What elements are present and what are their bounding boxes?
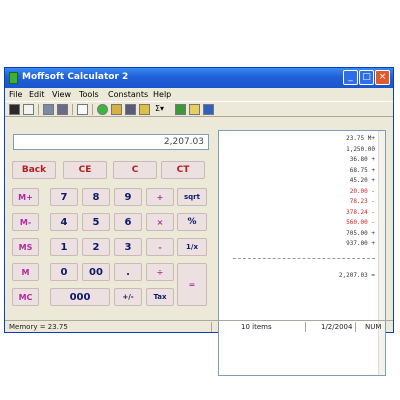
- percent-button[interactable]: %: [177, 213, 207, 231]
- minus-button[interactable]: -: [146, 238, 174, 256]
- window-title: Moffsoft Calculator 2: [22, 72, 129, 82]
- calc-icon[interactable]: [125, 104, 136, 115]
- folder-icon[interactable]: [139, 104, 150, 115]
- status-date: 1/2/2004: [321, 323, 353, 331]
- digit-7-button[interactable]: 7: [50, 188, 78, 206]
- title-bar[interactable]: Moffsoft Calculator 2 _ □ ×: [5, 68, 393, 88]
- clear-button[interactable]: C: [113, 161, 157, 179]
- green-dot-icon[interactable]: [97, 104, 108, 115]
- digit-2-button[interactable]: 2: [82, 238, 110, 256]
- tape-icon[interactable]: [77, 104, 88, 115]
- tape-line: 1,250.00: [346, 145, 375, 153]
- plus-button[interactable]: +: [146, 188, 174, 206]
- calculator-display: 2,207.03: [13, 134, 209, 150]
- back-button[interactable]: Back: [12, 161, 56, 179]
- save-icon[interactable]: [9, 104, 20, 115]
- memory-subtract-button[interactable]: M-: [12, 213, 39, 231]
- toolbar: Σ▾: [5, 101, 393, 117]
- tape-separator: [233, 258, 375, 259]
- digit-5-button[interactable]: 5: [82, 213, 110, 231]
- calculator-window: Moffsoft Calculator 2 _ □ × File Edit Vi…: [4, 67, 394, 376]
- tape-panel[interactable]: 23.75 M+ 1,250.00 36.80 + 68.75 + 45.20 + 20.…: [218, 130, 386, 376]
- status-divider: [355, 322, 356, 332]
- tape-line: 23.75 M+: [346, 135, 375, 142]
- digit-9-button[interactable]: 9: [114, 188, 142, 206]
- menu-constants[interactable]: Constants: [108, 90, 148, 99]
- digit-1-button[interactable]: 1: [50, 238, 78, 256]
- digit-8-button[interactable]: 8: [82, 188, 110, 206]
- paste-icon[interactable]: [57, 104, 68, 115]
- tape-line: 20.00 -: [349, 187, 375, 195]
- equals-button[interactable]: =: [177, 263, 207, 306]
- digit-6-button[interactable]: 6: [114, 213, 142, 231]
- plant-icon[interactable]: [175, 104, 186, 115]
- help-icon[interactable]: [203, 104, 214, 115]
- note-icon[interactable]: [189, 104, 200, 115]
- tape-line: 36.80 +: [349, 156, 375, 163]
- close-button[interactable]: ×: [375, 70, 390, 85]
- decimal-button[interactable]: .: [114, 263, 142, 281]
- function-dropdown[interactable]: Σ▾: [155, 104, 164, 113]
- tax-button[interactable]: Tax: [146, 288, 174, 306]
- double-zero-button[interactable]: 00: [82, 263, 110, 281]
- status-mode: NUM: [365, 323, 382, 331]
- digit-4-button[interactable]: 4: [50, 213, 78, 231]
- status-items: 10 items: [241, 323, 272, 331]
- memory-recall-button[interactable]: M: [12, 263, 39, 281]
- triple-zero-button[interactable]: 000: [50, 288, 110, 306]
- status-divider: [305, 322, 306, 332]
- memory-add-button[interactable]: M+: [12, 188, 39, 206]
- status-bar: Memory = 23.75 10 items 1/2/2004 NUM: [5, 320, 393, 333]
- menu-edit[interactable]: Edit: [29, 90, 45, 99]
- copy-icon[interactable]: [43, 104, 54, 115]
- tape-line: 45.20 +: [349, 177, 375, 184]
- digit-0-button[interactable]: 0: [50, 263, 78, 281]
- minimize-button[interactable]: _: [343, 70, 358, 85]
- sign-toggle-button[interactable]: +/-: [114, 288, 142, 306]
- menu-bar: File Edit View Tools Constants Help: [5, 88, 393, 101]
- calculator-app-icon: [9, 72, 18, 84]
- reciprocal-button[interactable]: 1/x: [177, 238, 207, 256]
- clear-tape-button[interactable]: CT: [161, 161, 205, 179]
- tape-line: 378.24 -: [346, 208, 375, 216]
- menu-view[interactable]: View: [52, 90, 71, 99]
- tape-line: 937.00 +: [346, 240, 375, 247]
- multiply-button[interactable]: ×: [146, 213, 174, 231]
- menu-help[interactable]: Help: [153, 90, 171, 99]
- ce-button[interactable]: CE: [63, 161, 107, 179]
- status-divider: [211, 322, 212, 332]
- memory-store-button[interactable]: MS: [12, 238, 39, 256]
- toolbar-separator: [38, 104, 39, 115]
- divide-button[interactable]: ÷: [146, 263, 174, 281]
- tape-line: 705.00 +: [346, 229, 375, 237]
- print-icon[interactable]: [23, 104, 34, 115]
- tape-total: 2,207.03 =: [338, 272, 375, 279]
- maximize-button[interactable]: □: [359, 70, 374, 85]
- memory-clear-button[interactable]: MC: [12, 288, 39, 306]
- digit-3-button[interactable]: 3: [114, 238, 142, 256]
- toolbar-separator: [72, 104, 73, 115]
- menu-tools[interactable]: Tools: [79, 90, 99, 99]
- sqrt-button[interactable]: sqrt: [177, 188, 207, 206]
- toolbar-separator: [92, 104, 93, 115]
- columns-icon[interactable]: [111, 104, 122, 115]
- tape-line: 68.75 +: [349, 166, 375, 174]
- tape-scrollbar[interactable]: [378, 131, 385, 375]
- tape-line: 78.23 -: [349, 198, 375, 205]
- tape-line: 560.00 -: [346, 219, 375, 226]
- status-memory: Memory = 23.75: [9, 323, 68, 331]
- menu-file[interactable]: File: [9, 90, 22, 99]
